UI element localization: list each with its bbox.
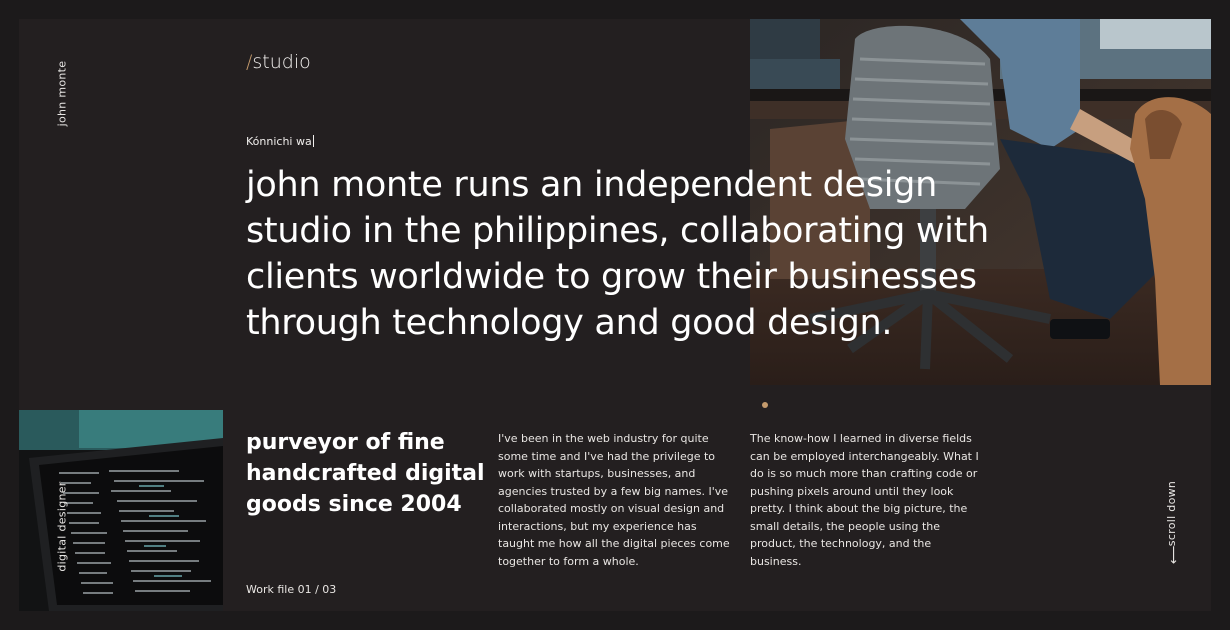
scroll-down-label: scroll down xyxy=(1165,480,1179,546)
carousel-dot[interactable] xyxy=(762,402,768,408)
scroll-down-label-wrap: scroll down xyxy=(1162,478,1182,548)
tagline: purveyor of fine handcrafted digital goo… xyxy=(246,430,485,517)
vertical-role-label: digital designer xyxy=(52,476,72,576)
laptop-code-photo xyxy=(19,410,223,611)
owner-name-label: john monte xyxy=(55,60,69,126)
role-label: digital designer xyxy=(55,480,69,572)
work-file-counter: Work file 01 / 03 xyxy=(246,583,337,596)
greeting: Kónnichi wa xyxy=(246,135,314,148)
studio-logo[interactable]: /studio xyxy=(246,51,311,73)
arrow-down-icon: ⟶ xyxy=(1165,545,1180,565)
hero-headline: john monte runs an independent design st… xyxy=(246,165,989,343)
about-paragraph-1: I've been in the web industry for quite … xyxy=(498,432,730,568)
about-paragraph-2: The know-how I learned in diverse fields… xyxy=(750,432,979,568)
scroll-down-button[interactable]: scroll down ⟶ xyxy=(1160,478,1184,570)
typing-cursor xyxy=(312,135,314,147)
logo-word: studio xyxy=(252,51,311,73)
vertical-owner-name[interactable]: john monte xyxy=(52,58,72,128)
greeting-text: Kónnichi wa xyxy=(246,135,312,148)
